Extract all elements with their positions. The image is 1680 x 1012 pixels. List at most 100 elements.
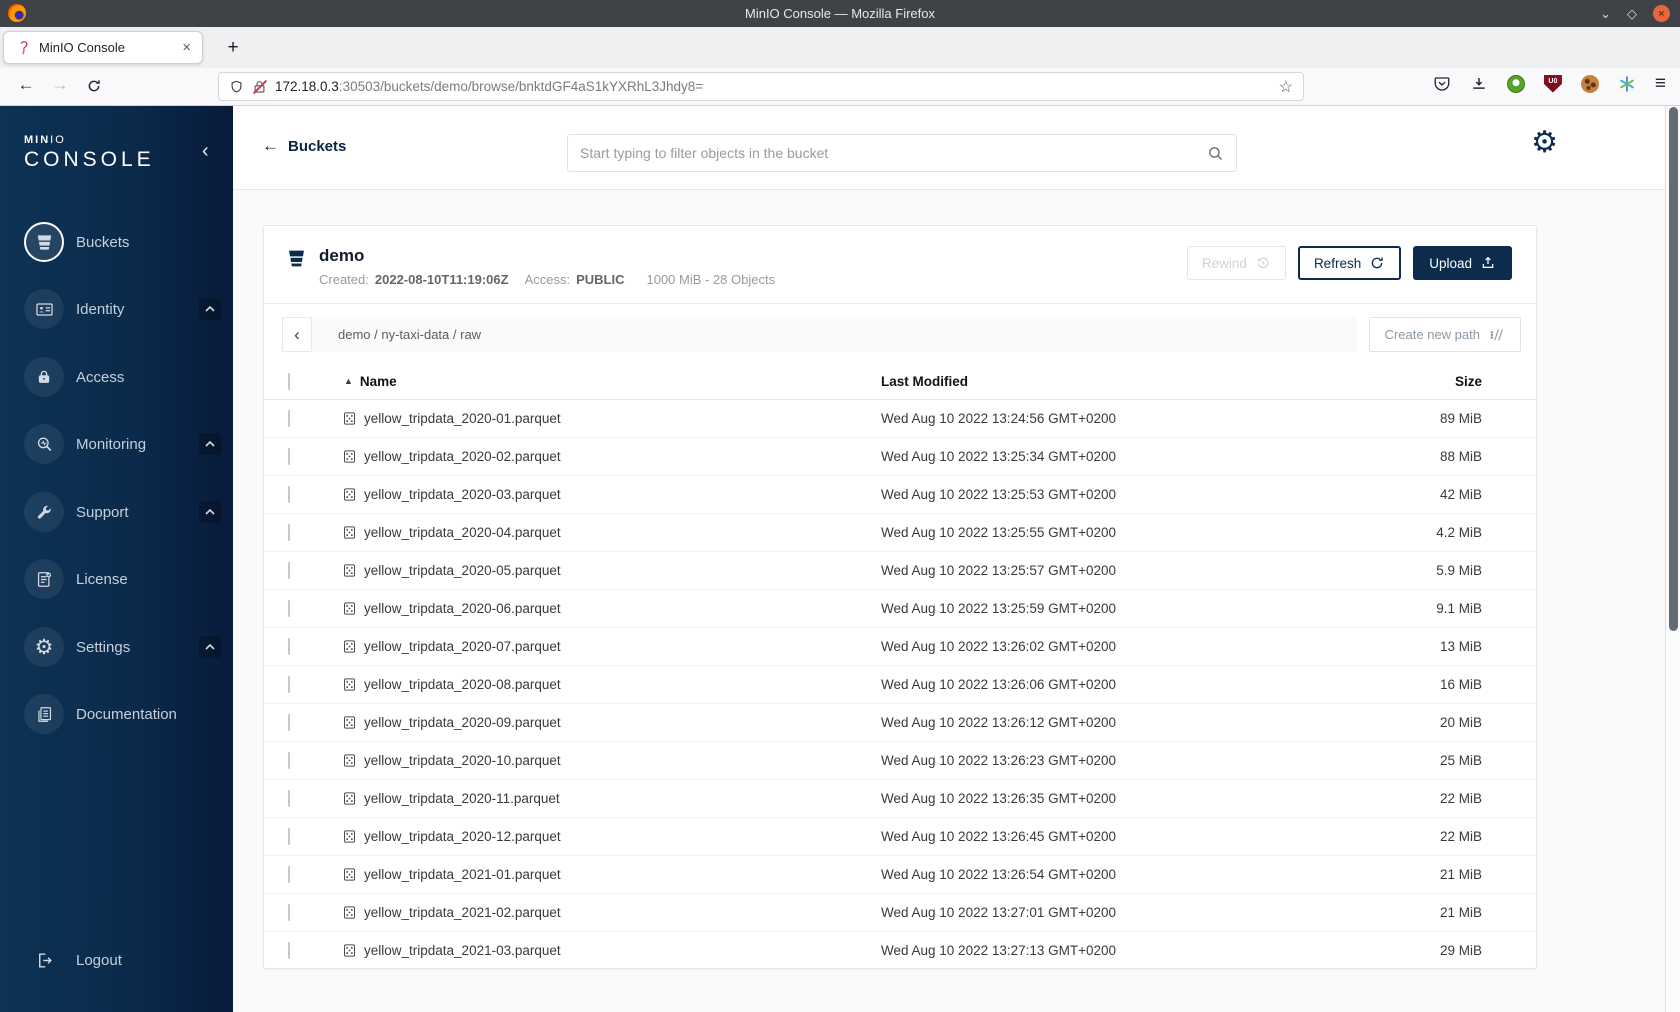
object-name[interactable]: yellow_tripdata_2020-02.parquet — [364, 449, 561, 464]
object-name[interactable]: yellow_tripdata_2021-03.parquet — [364, 943, 561, 958]
object-name[interactable]: yellow_tripdata_2020-01.parquet — [364, 411, 561, 426]
row-checkbox[interactable] — [288, 790, 290, 807]
row-checkbox[interactable] — [288, 524, 290, 541]
object-name[interactable]: yellow_tripdata_2020-07.parquet — [364, 639, 561, 654]
tracking-shield-icon[interactable] — [229, 79, 244, 95]
object-name[interactable]: yellow_tripdata_2020-10.parquet — [364, 753, 561, 768]
object-name[interactable]: yellow_tripdata_2021-02.parquet — [364, 905, 561, 920]
back-to-buckets[interactable]: ← Buckets — [262, 136, 346, 156]
row-checkbox[interactable] — [288, 638, 290, 655]
upload-button[interactable]: Upload — [1413, 246, 1512, 280]
table-row[interactable]: yellow_tripdata_2020-05.parquet Wed Aug … — [264, 552, 1536, 590]
table-row[interactable]: yellow_tripdata_2020-02.parquet Wed Aug … — [264, 438, 1536, 476]
privacy-badger-extension-icon[interactable] — [1506, 74, 1525, 93]
chevron-up-icon[interactable] — [199, 636, 221, 658]
column-last-modified[interactable]: Last Modified — [881, 374, 1372, 389]
select-all-checkbox[interactable] — [288, 372, 290, 390]
sidebar-item-buckets[interactable]: Buckets — [0, 220, 233, 264]
chevron-up-icon[interactable] — [199, 433, 221, 455]
sidebar-item-access[interactable]: Access — [0, 355, 233, 399]
chevron-up-icon[interactable] — [199, 298, 221, 320]
object-name[interactable]: yellow_tripdata_2020-03.parquet — [364, 487, 561, 502]
bookmark-star-icon[interactable]: ☆ — [1279, 77, 1293, 97]
cookie-extension-icon[interactable] — [1580, 74, 1599, 93]
table-row[interactable]: yellow_tripdata_2021-03.parquet Wed Aug … — [264, 932, 1536, 968]
rewind-button[interactable]: Rewind — [1186, 246, 1286, 280]
sidebar-item-logout[interactable]: Logout — [0, 938, 233, 982]
row-checkbox[interactable] — [288, 942, 290, 959]
breadcrumb[interactable]: demo / ny-taxi-data / raw — [312, 317, 1357, 352]
object-name[interactable]: yellow_tripdata_2020-09.parquet — [364, 715, 561, 730]
lock-icon — [24, 357, 64, 397]
row-checkbox[interactable] — [288, 600, 290, 617]
table-row[interactable]: yellow_tripdata_2020-06.parquet Wed Aug … — [264, 590, 1536, 628]
object-name[interactable]: yellow_tripdata_2020-06.parquet — [364, 601, 561, 616]
table-row[interactable]: yellow_tripdata_2020-07.parquet Wed Aug … — [264, 628, 1536, 666]
browser-reload-icon[interactable] — [82, 78, 106, 94]
table-row[interactable]: yellow_tripdata_2020-10.parquet Wed Aug … — [264, 742, 1536, 780]
tab-close-icon[interactable]: × — [179, 39, 194, 56]
table-row[interactable]: yellow_tripdata_2020-09.parquet Wed Aug … — [264, 704, 1536, 742]
object-name[interactable]: yellow_tripdata_2020-05.parquet — [364, 563, 561, 578]
object-name[interactable]: yellow_tripdata_2021-01.parquet — [364, 867, 561, 882]
window-close-button[interactable]: × — [1653, 5, 1670, 22]
sidebar-item-documentation[interactable]: Documentation — [0, 692, 233, 736]
table-row[interactable]: yellow_tripdata_2020-03.parquet Wed Aug … — [264, 476, 1536, 514]
row-checkbox[interactable] — [288, 904, 290, 921]
refresh-button[interactable]: Refresh — [1297, 246, 1402, 280]
search-input[interactable] — [580, 145, 1207, 161]
settings-gear-icon[interactable]: ⚙ — [1531, 128, 1558, 158]
row-checkbox[interactable] — [288, 828, 290, 845]
pocket-icon[interactable] — [1433, 75, 1451, 93]
column-name[interactable]: Name — [360, 374, 397, 389]
row-checkbox[interactable] — [288, 866, 290, 883]
sidebar-item-support[interactable]: Support — [0, 490, 233, 534]
table-row[interactable]: yellow_tripdata_2020-08.parquet Wed Aug … — [264, 666, 1536, 704]
table-row[interactable]: yellow_tripdata_2021-02.parquet Wed Aug … — [264, 894, 1536, 932]
tab-minio-console[interactable]: MinIO Console × — [3, 31, 203, 64]
column-size[interactable]: Size — [1372, 374, 1482, 389]
browser-back-icon[interactable]: ← — [14, 75, 38, 95]
window-minimize-icon[interactable]: ⌄ — [1600, 7, 1611, 20]
insecure-lock-icon[interactable] — [252, 79, 268, 95]
object-filter-search[interactable] — [567, 134, 1237, 172]
page-scrollbar[interactable] — [1665, 106, 1680, 1012]
sidebar-item-license[interactable]: License — [0, 557, 233, 601]
object-name[interactable]: yellow_tripdata_2020-11.parquet — [364, 791, 560, 806]
path-bar: ‹ demo / ny-taxi-data / raw Create new p… — [264, 304, 1536, 363]
hamburger-menu-icon[interactable]: ≡ — [1655, 74, 1666, 93]
browser-forward-icon[interactable]: → — [48, 75, 72, 95]
sort-asc-icon[interactable]: ▲ — [344, 376, 353, 386]
table-row[interactable]: yellow_tripdata_2020-11.parquet Wed Aug … — [264, 780, 1536, 818]
row-checkbox[interactable] — [288, 562, 290, 579]
url-text[interactable]: 172.18.0.3:30503/buckets/demo/browse/bnk… — [275, 79, 1279, 94]
window-maximize-icon[interactable]: ◇ — [1627, 7, 1637, 20]
scrollbar-thumb[interactable] — [1669, 107, 1678, 631]
row-checkbox[interactable] — [288, 486, 290, 503]
table-row[interactable]: yellow_tripdata_2021-01.parquet Wed Aug … — [264, 856, 1536, 894]
object-name[interactable]: yellow_tripdata_2020-04.parquet — [364, 525, 561, 540]
sidebar-collapse-icon[interactable]: ‹ — [202, 140, 209, 163]
sidebar-item-settings[interactable]: ⚙ Settings — [0, 625, 233, 669]
row-checkbox[interactable] — [288, 676, 290, 693]
downloads-icon[interactable] — [1470, 75, 1488, 93]
chevron-up-icon[interactable] — [199, 501, 221, 523]
multi-account-extension-icon[interactable] — [1618, 75, 1636, 93]
sidebar-item-identity[interactable]: Identity — [0, 287, 233, 331]
sidebar-item-monitoring[interactable]: Monitoring — [0, 422, 233, 466]
table-row[interactable]: yellow_tripdata_2020-12.parquet Wed Aug … — [264, 818, 1536, 856]
path-back-button[interactable]: ‹ — [282, 317, 312, 352]
sidebar-item-label: Support — [76, 503, 129, 521]
table-row[interactable]: yellow_tripdata_2020-01.parquet Wed Aug … — [264, 400, 1536, 438]
url-bar[interactable]: 172.18.0.3:30503/buckets/demo/browse/bnk… — [218, 72, 1304, 101]
ublock-origin-extension-icon[interactable]: U0 — [1543, 74, 1562, 93]
table-row[interactable]: yellow_tripdata_2020-04.parquet Wed Aug … — [264, 514, 1536, 552]
row-checkbox[interactable] — [288, 448, 290, 465]
row-checkbox[interactable] — [288, 714, 290, 731]
create-new-path-button[interactable]: Create new path — [1368, 317, 1521, 352]
object-name[interactable]: yellow_tripdata_2020-08.parquet — [364, 677, 561, 692]
object-name[interactable]: yellow_tripdata_2020-12.parquet — [364, 829, 561, 844]
row-checkbox[interactable] — [288, 410, 290, 427]
row-checkbox[interactable] — [288, 752, 290, 769]
new-tab-button[interactable]: + — [220, 35, 246, 61]
